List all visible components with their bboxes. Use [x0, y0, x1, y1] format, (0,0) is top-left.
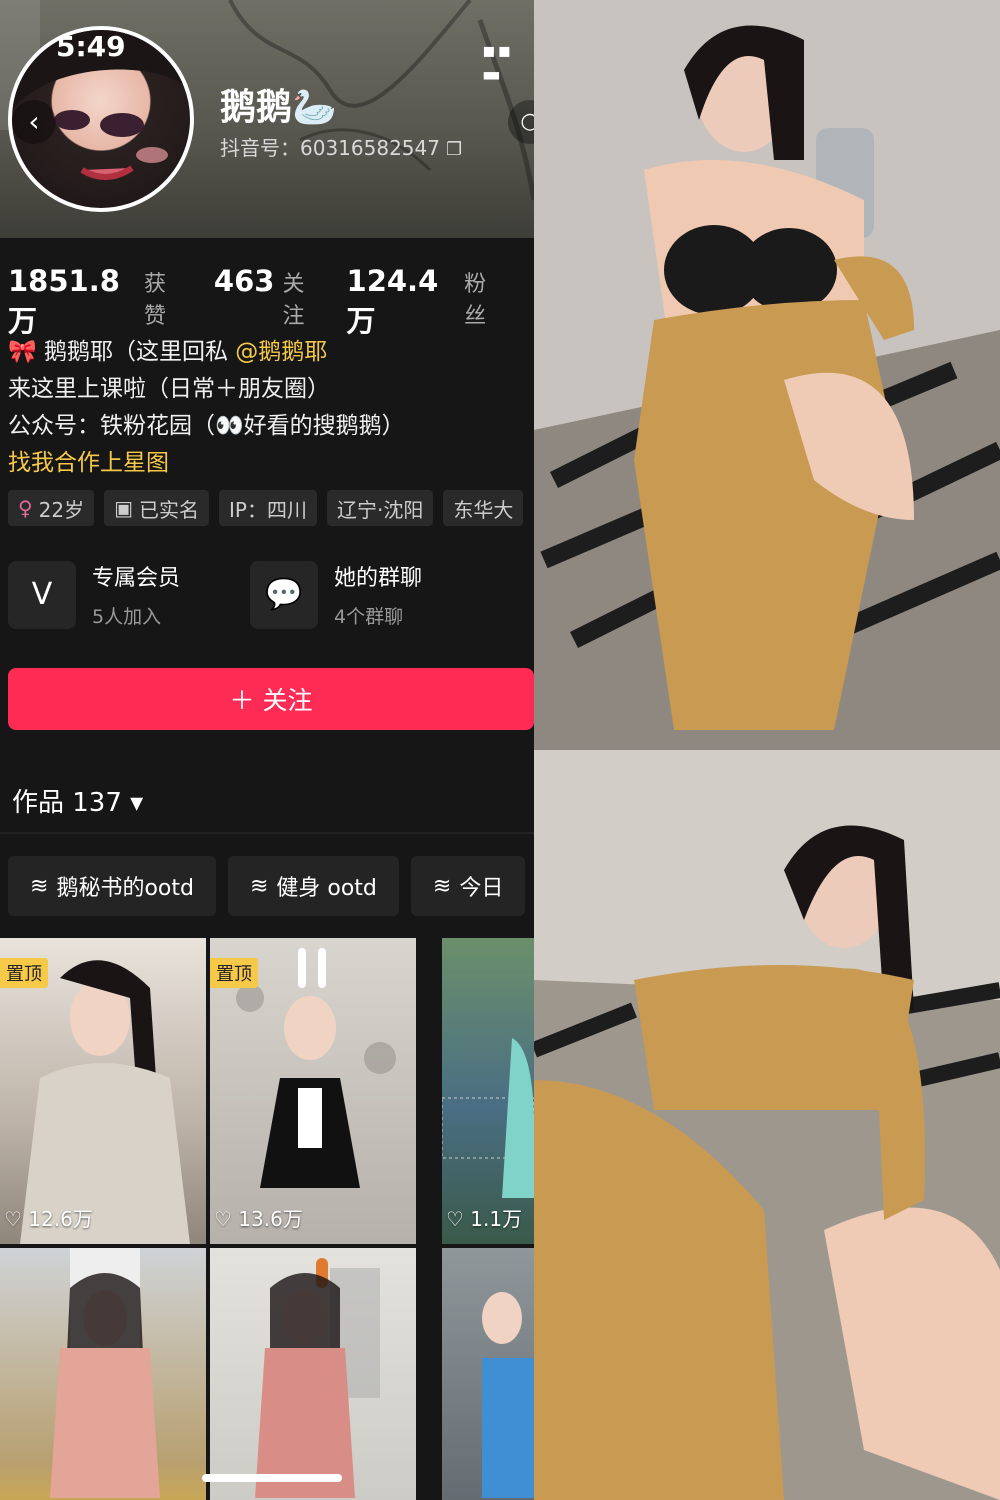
video-likes: ♡ 13.6万: [214, 1207, 303, 1231]
douyin-id: 抖音号：60316582547 ❐: [220, 132, 462, 161]
signal-icon: ▪▪ ▬: [482, 38, 514, 86]
stat-likes[interactable]: 1851.8万 获赞: [8, 264, 184, 340]
profile-header: 5:49 ▪▪ ▬ ‹ ○ 鹅鹅🦢 抖音号：60316582547 ❐: [0, 0, 534, 238]
bio-line-3: 公众号：铁粉花园（👀好看的搜鹅鹅）: [8, 413, 405, 439]
tag-verified: ▣ 已实名: [104, 490, 210, 526]
video-thumbnail-image: [442, 1038, 534, 1198]
video-thumbnail[interactable]: [0, 1248, 206, 1500]
chevron-left-icon: ‹: [28, 105, 40, 138]
service-title: 她的群聊: [334, 566, 423, 591]
stat-followers[interactable]: 124.4万 粉丝: [347, 264, 504, 340]
stat-label: 关注: [282, 272, 305, 329]
stat-label: 粉丝: [464, 272, 487, 329]
layers-icon: ≋: [432, 873, 452, 899]
works-tab[interactable]: 作品 137 ▾: [12, 782, 143, 819]
collection-label: 今日: [459, 876, 504, 901]
stat-following[interactable]: 463 关注: [214, 264, 317, 330]
back-button[interactable]: ‹: [12, 100, 56, 144]
tag-school: 东华大: [443, 490, 524, 526]
video-thumbnail-image: [482, 1292, 534, 1498]
collection-chip[interactable]: ≋ 鹅秘书的ootd: [8, 856, 216, 916]
profile-tags: ♀ 22岁 ▣ 已实名 IP：四川 辽宁·沈阳 东华大: [8, 490, 524, 526]
tag-text: IP：四川: [229, 497, 307, 522]
service-subtitle: 5人加入: [92, 606, 162, 628]
douyin-id-text: 抖音号：60316582547: [220, 136, 440, 160]
profile-services: V 专属会员 5人加入 💬 她的群聊 4个群聊: [8, 560, 478, 629]
video-thumbnail[interactable]: ♡ 1.1万: [442, 938, 534, 1244]
tag-location: 辽宁·沈阳: [326, 490, 434, 526]
video-likes: ♡ 12.6万: [4, 1207, 93, 1231]
bio-text: 🎀 鹅鹅耶（这里回私: [8, 339, 236, 365]
bio-line-2: 来这里上课啦（日常＋朋友圈）: [8, 376, 330, 402]
collection-chip[interactable]: ≋ 今日: [410, 856, 526, 916]
member-service[interactable]: V 专属会员 5人加入: [8, 560, 236, 629]
service-subtitle: 4个群聊: [334, 606, 404, 628]
tag-age: ♀ 22岁: [8, 490, 95, 526]
profile-name: 鹅鹅🦢: [220, 87, 337, 128]
video-thumbnail-image: [50, 1248, 160, 1498]
works-tab-bar: 作品 137 ▾: [0, 770, 534, 832]
bio-line-1: 🎀 鹅鹅耶（这里回私 @鹅鹅耶: [8, 334, 405, 371]
video-thumbnail[interactable]: 置顶 ♡ 13.6万: [210, 938, 416, 1244]
pinned-badge: 置顶: [210, 958, 258, 988]
stat-number: 124.4万: [346, 264, 439, 338]
pinned-badge: 置顶: [0, 958, 48, 988]
photo-image: [534, 0, 1000, 750]
service-title: 专属会员: [92, 566, 181, 591]
collection-chip[interactable]: ≋ 健身 ootd: [227, 856, 399, 916]
video-likes: ♡ 1.1万: [446, 1207, 523, 1231]
stat-label: 获赞: [143, 272, 166, 329]
video-thumbnail-image: [255, 1258, 380, 1498]
tag-text: 东华大: [453, 497, 514, 522]
profile-bio: 🎀 鹅鹅耶（这里回私 @鹅鹅耶 来这里上课啦（日常＋朋友圈） 公众号：铁粉花园（…: [8, 334, 405, 482]
collection-label: 鹅秘书的ootd: [56, 876, 194, 901]
video-thumbnail[interactable]: [442, 1248, 534, 1500]
photo-sofa-bottom: [534, 750, 1000, 1500]
status-time: 5:49: [56, 30, 126, 63]
stat-number: 463: [213, 264, 275, 298]
photo-image: [534, 750, 1000, 1500]
follow-button[interactable]: ＋ 关注: [8, 668, 534, 730]
chat-icon: 💬: [250, 560, 318, 629]
female-icon: ♀: [18, 496, 33, 520]
tag-text: 22岁: [38, 497, 85, 522]
search-icon: ○: [520, 109, 534, 134]
divider: [0, 832, 534, 834]
layers-icon: ≋: [30, 873, 49, 899]
copy-icon[interactable]: ❐: [446, 139, 462, 160]
profile-stats: 1851.8万 获赞 463 关注 124.4万 粉丝: [8, 264, 534, 340]
home-indicator: [202, 1474, 342, 1482]
service-text: 专属会员 5人加入: [92, 560, 180, 629]
collections-row: ≋ 鹅秘书的ootd ≋ 健身 ootd ≋ 今日: [8, 856, 526, 916]
vip-icon: V: [8, 560, 76, 629]
tag-ip: IP：四川: [219, 490, 317, 526]
collection-label: 健身 ootd: [276, 876, 377, 901]
star-map-link[interactable]: 找我合作上星图: [8, 445, 405, 482]
video-thumbnail[interactable]: [210, 1248, 416, 1500]
group-chat-service[interactable]: 💬 她的群聊 4个群聊: [250, 560, 478, 629]
tag-text: 已实名: [139, 497, 200, 522]
layers-icon: ≋: [249, 873, 269, 899]
bio-mention-link[interactable]: @鹅鹅耶: [235, 339, 327, 365]
profile-screen: 5:49 ▪▪ ▬ ‹ ○ 鹅鹅🦢 抖音号：60316582547 ❐ 1851.…: [0, 0, 534, 1500]
service-text: 她的群聊 4个群聊: [334, 560, 422, 629]
photo-selfie-top: [534, 0, 1000, 750]
video-thumbnail[interactable]: 置顶 ♡ 12.6万: [0, 938, 206, 1244]
tag-text: 辽宁·沈阳: [336, 497, 424, 522]
stat-number: 1851.8万: [8, 264, 120, 338]
id-card-icon: ▣: [114, 496, 134, 520]
